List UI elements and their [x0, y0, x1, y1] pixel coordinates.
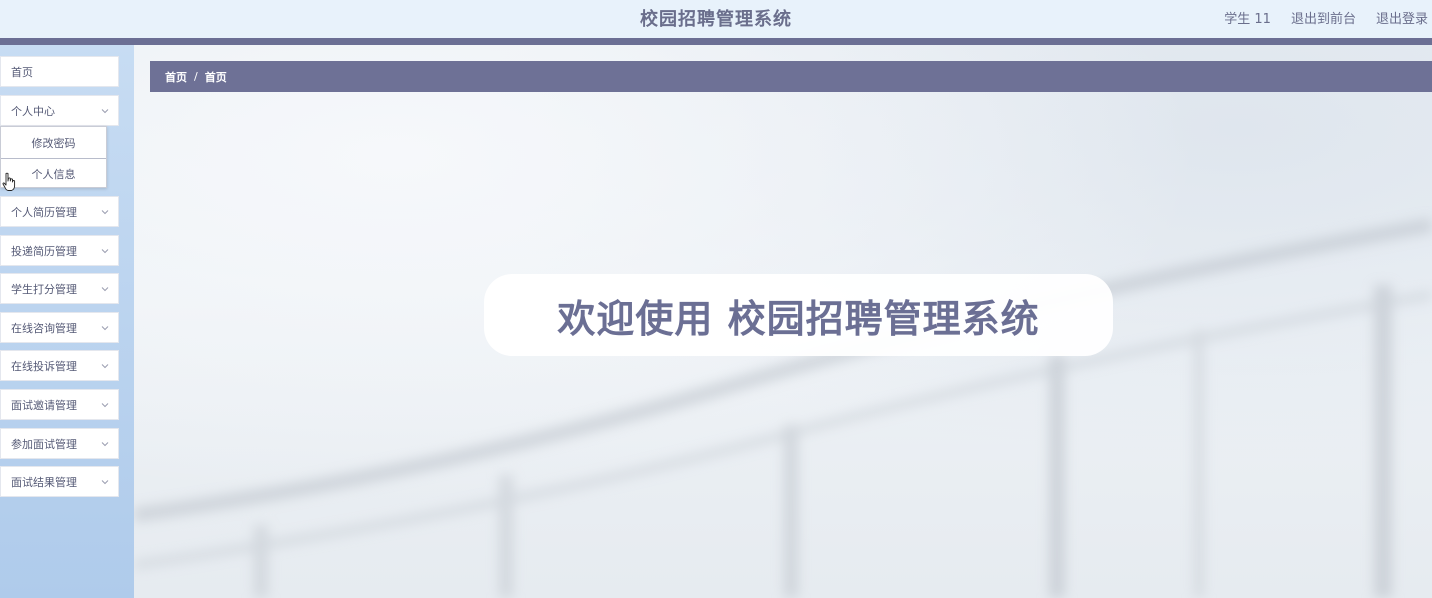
user-actions: 学生 11 退出到前台 退出登录 — [1224, 8, 1428, 27]
submenu-item-change-password[interactable]: 修改密码 — [1, 127, 106, 158]
chevron-down-icon — [101, 109, 109, 114]
chevron-down-icon — [101, 403, 109, 408]
sidebar-item-home[interactable]: 首页 — [0, 56, 119, 87]
sidebar-item-resume[interactable]: 个人简历管理 — [0, 196, 119, 227]
sidebar-item-interview-result[interactable]: 面试结果管理 — [0, 466, 119, 497]
header-divider — [0, 38, 1432, 45]
sidebar-item-label: 在线投诉管理 — [11, 359, 77, 373]
top-header: 校园招聘管理系统 学生 11 退出到前台 退出登录 — [0, 0, 1432, 38]
breadcrumb-separator: / — [194, 70, 198, 83]
current-user[interactable]: 学生 11 — [1224, 8, 1271, 27]
chevron-down-icon — [101, 210, 109, 215]
chevron-down-icon — [101, 442, 109, 447]
sidebar-item-label: 个人中心 — [11, 104, 55, 118]
chevron-down-icon — [101, 326, 109, 331]
sidebar-item-interview-invite[interactable]: 面试邀请管理 — [0, 389, 119, 420]
chevron-down-icon — [101, 480, 109, 485]
sidebar-item-label: 首页 — [11, 65, 33, 79]
sidebar-item-label: 在线咨询管理 — [11, 321, 77, 335]
app-title: 校园招聘管理系统 — [640, 9, 792, 30]
sidebar-item-personal-center[interactable]: 个人中心 — [0, 95, 119, 126]
sidebar-item-label: 个人简历管理 — [11, 205, 77, 219]
chevron-down-icon — [101, 249, 109, 254]
sidebar-item-submitted-resume[interactable]: 投递简历管理 — [0, 235, 119, 266]
sidebar-item-label: 投递简历管理 — [11, 244, 77, 258]
breadcrumb-item-home[interactable]: 首页 — [165, 69, 187, 85]
sidebar-item-label: 学生打分管理 — [11, 282, 77, 296]
submenu-personal-center: 修改密码 个人信息 — [0, 126, 107, 188]
hand-pointer-icon — [2, 172, 16, 191]
breadcrumb: 首页 / 首页 — [150, 61, 1432, 92]
sidebar-item-label: 面试结果管理 — [11, 475, 77, 489]
sidebar-item-online-consult[interactable]: 在线咨询管理 — [0, 312, 119, 343]
sidebar-item-online-complaint[interactable]: 在线投诉管理 — [0, 350, 119, 381]
sidebar-item-attend-interview[interactable]: 参加面试管理 — [0, 428, 119, 459]
breadcrumb-item-current: 首页 — [204, 70, 227, 84]
sidebar-item-label: 面试邀请管理 — [11, 398, 77, 412]
logout-link[interactable]: 退出登录 — [1376, 8, 1428, 27]
goto-front-link[interactable]: 退出到前台 — [1291, 8, 1356, 27]
welcome-banner: 欢迎使用 校园招聘管理系统 — [484, 274, 1113, 356]
submenu-item-personal-info[interactable]: 个人信息 — [1, 158, 106, 189]
main-content: 首页 / 首页 欢迎使用 校园招聘管理系统 — [134, 45, 1432, 598]
chevron-down-icon — [101, 364, 109, 369]
sidebar-item-label: 参加面试管理 — [11, 437, 77, 451]
sidebar-item-student-score[interactable]: 学生打分管理 — [0, 273, 119, 304]
chevron-down-icon — [101, 287, 109, 292]
